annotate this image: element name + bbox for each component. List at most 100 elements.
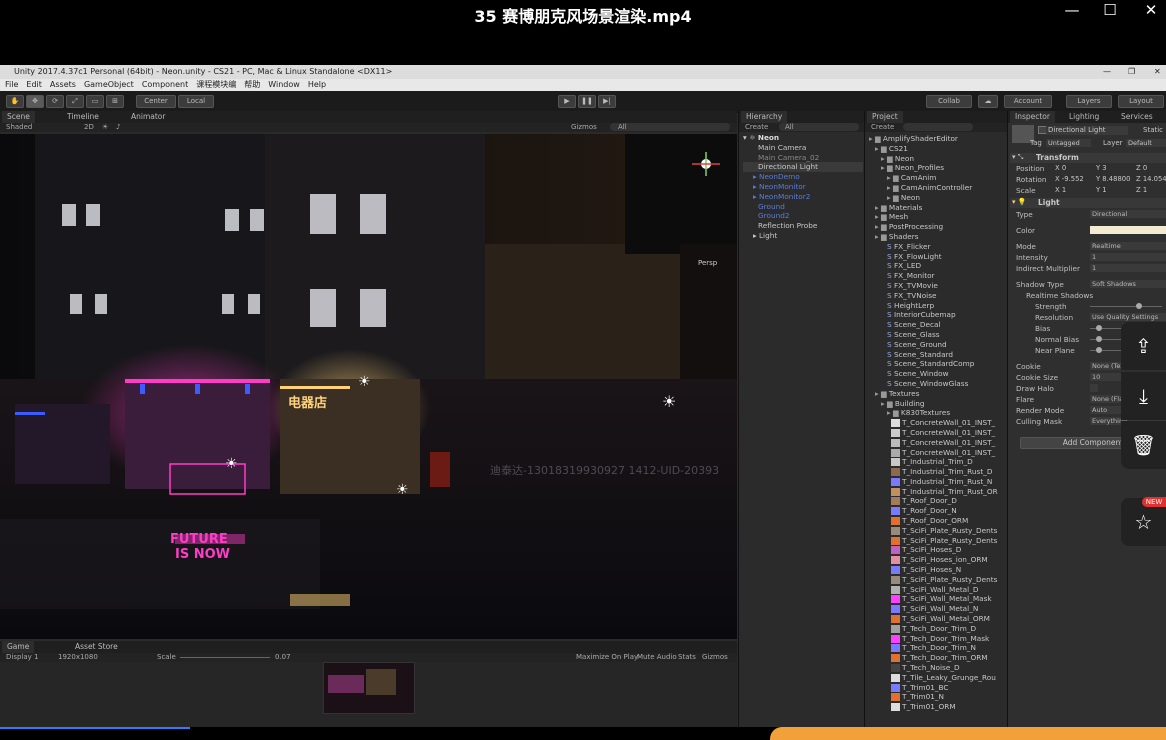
tab-scene[interactable]: Scene	[2, 111, 35, 123]
toggle-2d[interactable]: 2D	[84, 123, 94, 132]
tab-inspector[interactable]: Inspector	[1010, 111, 1055, 123]
project-item[interactable]: T_SciFi_Wall_Metal_N	[869, 604, 1001, 614]
project-item[interactable]: T_ConcreteWall_01_INST_	[869, 418, 1001, 428]
project-item[interactable]: T_ConcreteWall_01_INST_	[869, 428, 1001, 438]
light-prop-value[interactable]: 1	[1090, 264, 1166, 272]
hierarchy-item[interactable]: Ground2	[743, 211, 863, 221]
project-item[interactable]: S FX_LED	[869, 261, 1001, 271]
scale-x[interactable]: X 1	[1055, 186, 1066, 194]
menu-help[interactable]: Help	[308, 80, 326, 89]
scale-y[interactable]: Y 1	[1096, 186, 1107, 194]
menu-assets[interactable]: Assets	[50, 80, 76, 89]
project-item[interactable]: S Scene_Window	[869, 369, 1001, 379]
light-prop-value[interactable]: Soft Shadows	[1090, 280, 1166, 288]
layers-dropdown[interactable]: Layers	[1066, 95, 1112, 108]
light-header[interactable]: ▾ 💡 Light	[1010, 198, 1166, 208]
project-item[interactable]: S FX_Monitor	[869, 271, 1001, 281]
rotation-y[interactable]: Y 8.48800	[1096, 175, 1130, 183]
hierarchy-item-selected[interactable]: Directional Light	[743, 162, 863, 173]
project-item[interactable]: T_Trim01_ORM	[869, 702, 1001, 712]
project-item[interactable]: T_Roof_Door_N	[869, 506, 1001, 516]
transform-tool-icon[interactable]: ⊞	[106, 95, 124, 108]
project-item[interactable]: T_Tech_Door_Trim_ORM	[869, 653, 1001, 663]
project-item[interactable]: T_SciFi_Plate_Rusty_Dents	[869, 536, 1001, 546]
project-item[interactable]: S Scene_Decal	[869, 320, 1001, 330]
layout-dropdown[interactable]: Layout	[1118, 95, 1164, 108]
project-item[interactable]: T_SciFi_Plate_Rusty_Dents	[869, 575, 1001, 585]
close-icon[interactable]: ✕	[1136, 0, 1166, 20]
project-item[interactable]: S FX_Flicker	[869, 242, 1001, 252]
menu-course[interactable]: 课程模块编	[196, 80, 236, 89]
menu-file[interactable]: File	[5, 80, 18, 89]
rotation-x[interactable]: X -9.552	[1055, 175, 1084, 183]
project-item[interactable]: T_Industrial_Trim_D	[869, 457, 1001, 467]
project-item[interactable]: T_Tech_Noise_D	[869, 663, 1001, 673]
resolution-dropdown[interactable]: 1920x1080	[58, 653, 98, 662]
transform-header[interactable]: ▾ ⤡ Transform	[1010, 153, 1166, 163]
project-item[interactable]: S InteriorCubemap	[869, 310, 1001, 320]
hierarchy-item[interactable]: Main Camera_02	[743, 153, 863, 163]
menu-window[interactable]: Window	[268, 80, 300, 89]
hierarchy-item[interactable]: ▸ NeonMonitor	[743, 182, 863, 192]
project-item[interactable]: ▸ ▆ Neon	[869, 193, 1001, 203]
light-prop-value[interactable]: 1	[1090, 253, 1166, 261]
project-item[interactable]: T_SciFi_Wall_Metal_ORM	[869, 614, 1001, 624]
scale-slider[interactable]	[180, 657, 270, 658]
project-item[interactable]: ▸ ▆ K830Textures	[869, 408, 1001, 418]
pause-icon[interactable]: ❚❚	[578, 95, 596, 108]
project-item[interactable]: T_SciFi_Wall_Metal_Mask	[869, 594, 1001, 604]
collab-button[interactable]: Collab	[926, 95, 972, 108]
stats-toggle[interactable]: Stats	[678, 653, 696, 662]
scale-tool-icon[interactable]: ⤢	[66, 95, 84, 108]
tag-dropdown[interactable]: Untagged	[1046, 139, 1091, 147]
pivot-toggle[interactable]: Center	[136, 95, 176, 108]
project-item[interactable]: ▸ ▆ Textures	[869, 389, 1001, 399]
project-item[interactable]: T_Industrial_Trim_Rust_N	[869, 477, 1001, 487]
project-item[interactable]: S FX_FlowLight	[869, 252, 1001, 262]
project-item[interactable]: T_SciFi_Plate_Rusty_Dents	[869, 526, 1001, 536]
tab-game[interactable]: Game	[2, 641, 35, 653]
tab-timeline[interactable]: Timeline	[62, 111, 104, 123]
project-item[interactable]: T_ConcreteWall_01_INST_	[869, 438, 1001, 448]
display-dropdown[interactable]: Display 1	[6, 653, 38, 662]
tab-hierarchy[interactable]: Hierarchy	[741, 111, 788, 123]
hierarchy-item[interactable]: Main Camera	[743, 143, 863, 153]
share-icon[interactable]: ⇪	[1121, 322, 1166, 370]
project-item[interactable]: T_ConcreteWall_01_INST_	[869, 448, 1001, 458]
hierarchy-create-button[interactable]: Create	[745, 123, 768, 132]
scene-root[interactable]: ▾ ⚛ Neon	[743, 133, 863, 143]
project-item[interactable]: ▸ ▆ CamAnim	[869, 173, 1001, 183]
project-item[interactable]: T_Tile_Leaky_Grunge_Rou	[869, 673, 1001, 683]
project-item[interactable]: S Scene_WindowGlass	[869, 379, 1001, 389]
tab-lighting[interactable]: Lighting	[1064, 111, 1104, 123]
menu-component[interactable]: Component	[142, 80, 188, 89]
light-color-field[interactable]	[1090, 226, 1166, 234]
object-name-field[interactable]: Directional Light	[1046, 126, 1128, 135]
project-item[interactable]: ▸ ▆ CamAnimController	[869, 183, 1001, 193]
tab-asset-store[interactable]: Asset Store	[70, 641, 123, 653]
project-item[interactable]: ▸ ▆ Neon	[869, 154, 1001, 164]
hierarchy-item[interactable]: ▸ NeonDemo	[743, 172, 863, 182]
light-gizmo-icon[interactable]: ☀	[662, 392, 676, 411]
project-item[interactable]: T_Trim01_BC	[869, 683, 1001, 693]
move-tool-icon[interactable]: ✥	[26, 95, 44, 108]
light-gizmo-icon[interactable]: ☀	[225, 456, 238, 472]
project-item[interactable]: ▸ ▆ AmplifyShaderEditor	[869, 134, 1001, 144]
project-item[interactable]: S FX_TVMovie	[869, 281, 1001, 291]
project-item[interactable]: T_Roof_Door_D	[869, 496, 1001, 506]
project-item[interactable]: T_SciFi_Hoses_N	[869, 565, 1001, 575]
mute-audio-toggle[interactable]: Mute Audio	[637, 653, 677, 662]
project-item[interactable]: T_Industrial_Trim_Rust_D	[869, 467, 1001, 477]
audio-icon[interactable]: ♪	[116, 123, 120, 132]
project-item[interactable]: T_Tech_Door_Trim_N	[869, 643, 1001, 653]
hierarchy-item[interactable]: ▸ NeonMonitor2	[743, 192, 863, 202]
project-item[interactable]: S HeightLerp	[869, 301, 1001, 311]
project-item[interactable]: ▸ ▆ CS21	[869, 144, 1001, 154]
unity-close-icon[interactable]: ✕	[1154, 65, 1161, 79]
scene-search-input[interactable]: All	[610, 123, 730, 131]
hierarchy-item[interactable]: Ground	[743, 202, 863, 212]
shading-dropdown[interactable]: Shaded	[6, 123, 32, 132]
maximize-on-play-toggle[interactable]: Maximize On Play	[576, 653, 638, 662]
project-item[interactable]: T_SciFi_Hoses_D	[869, 545, 1001, 555]
project-item[interactable]: T_Tech_Door_Trim_Mask	[869, 634, 1001, 644]
